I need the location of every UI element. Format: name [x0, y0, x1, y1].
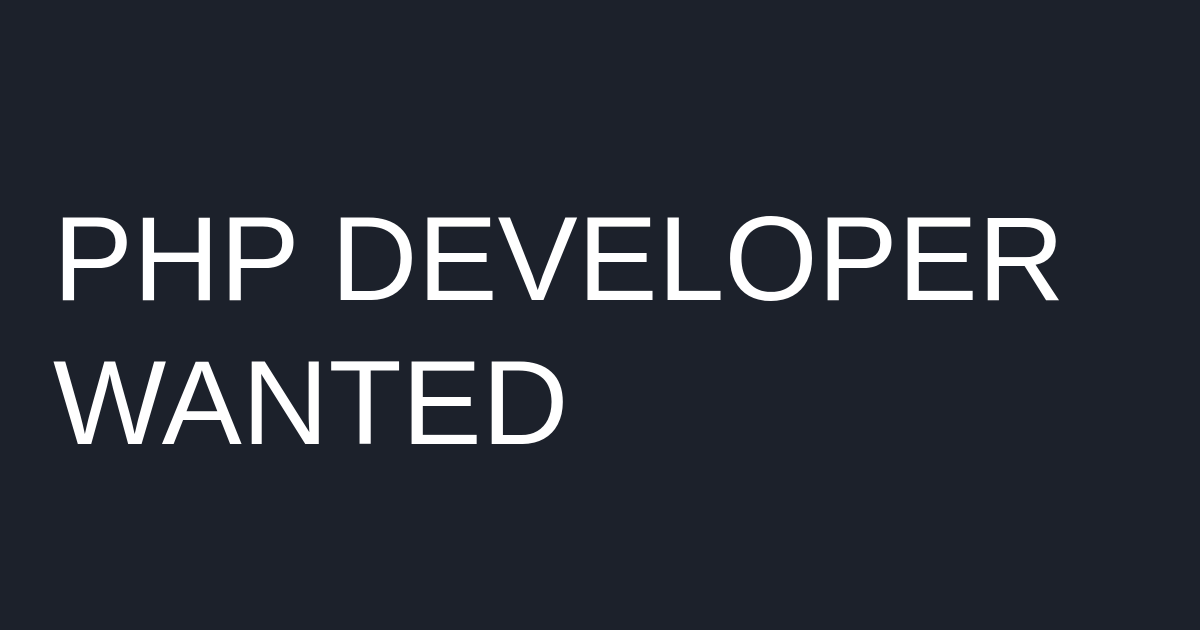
headline-line-2: WANTED [53, 336, 569, 470]
headline-line-1: PHP DEVELOPER [53, 192, 1065, 326]
headline: PHP DEVELOPER WANTED [53, 187, 1065, 475]
social-card: PHP DEVELOPER WANTED [0, 0, 1200, 630]
